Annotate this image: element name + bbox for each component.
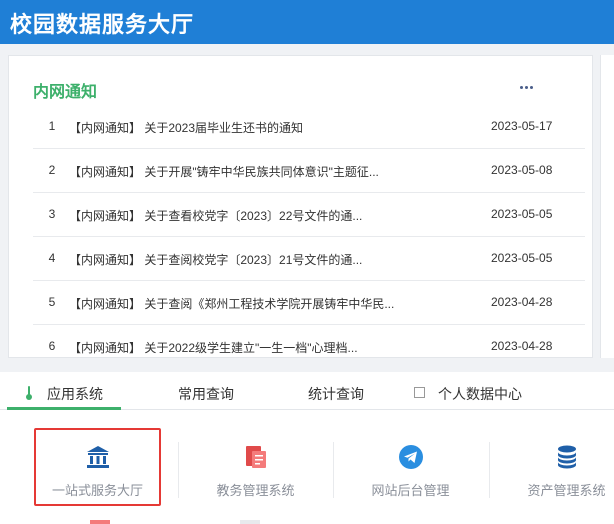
notice-title-link[interactable]: 【内网通知】 关于2022级学生建立"一生一档"心理档... [69, 339, 414, 356]
app-academic-management[interactable]: 教务管理系统 [178, 430, 333, 502]
tab-statistics-query[interactable]: 统计查询 [308, 384, 364, 404]
notice-row[interactable]: 6 【内网通知】 关于2022级学生建立"一生一档"心理档... 2023-04… [33, 325, 585, 369]
notice-date: 2023-05-17 [491, 119, 553, 133]
notice-number: 1 [48, 119, 56, 133]
notice-number: 2 [48, 163, 56, 177]
thermometer-icon [26, 386, 32, 400]
app-header: 校园数据服务大厅 [0, 0, 614, 44]
notice-row[interactable]: 1 【内网通知】 关于2023届毕业生还书的通知 2023-05-17 [33, 105, 585, 149]
notice-title-link[interactable]: 【内网通知】 关于2023届毕业生还书的通知 [69, 119, 414, 136]
notice-row[interactable]: 3 【内网通知】 关于查看校党字〔2023〕22号文件的通... 2023-05… [33, 193, 585, 237]
app-label: 网站后台管理 [371, 483, 450, 498]
notice-date: 2023-05-05 [491, 251, 553, 265]
notice-number: 5 [48, 295, 56, 309]
notice-panel-title: 内网通知 [33, 84, 98, 101]
adjacent-panel-edge [600, 55, 614, 358]
telegram-icon [398, 445, 423, 469]
notice-date: 2023-04-28 [491, 295, 553, 309]
tab-bar: 应用系统 常用查询 统计查询 个人数据中心 [0, 372, 614, 410]
app-label: 教务管理系统 [216, 483, 295, 498]
notice-title-link[interactable]: 【内网通知】 关于查阅《郑州工程技术学院开展铸牢中华民... [69, 295, 414, 312]
document-icon [245, 446, 266, 468]
app-label: 资产管理系统 [527, 483, 606, 498]
notice-panel: 内网通知 1 【内网通知】 关于2023届毕业生还书的通知 2023-05-17… [8, 55, 593, 358]
notice-date: 2023-05-08 [491, 163, 553, 177]
notice-row[interactable]: 4 【内网通知】 关于查阅校党字〔2023〕21号文件的通... 2023-05… [33, 237, 585, 281]
notice-title-link[interactable]: 【内网通知】 关于开展"铸牢中华民族共同体意识"主题征... [69, 163, 414, 180]
database-icon [557, 445, 576, 469]
notice-number: 4 [48, 251, 56, 265]
active-tab-indicator [7, 407, 121, 410]
next-row-icon-fragment [240, 520, 260, 524]
notice-title-link[interactable]: 【内网通知】 关于查看校党字〔2023〕22号文件的通... [69, 207, 414, 224]
page-title: 校园数据服务大厅 [10, 12, 195, 37]
tab-apps[interactable]: 应用系统 [47, 384, 103, 404]
selection-highlight [34, 428, 161, 506]
next-row-icon-fragment [90, 520, 110, 524]
notice-row[interactable]: 2 【内网通知】 关于开展"铸牢中华民族共同体意识"主题征... 2023-05… [33, 149, 585, 193]
tab-personal-data-center[interactable]: 个人数据中心 [438, 384, 522, 404]
apps-panel: 应用系统 常用查询 统计查询 个人数据中心 一站式服务大厅 教务管理系统 网站后… [0, 372, 614, 524]
notice-date: 2023-05-05 [491, 207, 553, 221]
notice-number: 3 [48, 207, 56, 221]
tab-common-query[interactable]: 常用查询 [178, 384, 234, 404]
notice-title-link[interactable]: 【内网通知】 关于查阅校党字〔2023〕21号文件的通... [69, 251, 414, 268]
square-icon [414, 387, 425, 398]
notice-row[interactable]: 5 【内网通知】 关于查阅《郑州工程技术学院开展铸牢中华民... 2023-04… [33, 281, 585, 325]
app-website-backend[interactable]: 网站后台管理 [333, 430, 488, 502]
app-asset-management[interactable]: 资产管理系统 [489, 430, 614, 502]
notice-number: 6 [48, 339, 56, 353]
more-options-icon[interactable] [517, 79, 537, 95]
notice-date: 2023-04-28 [491, 339, 553, 353]
